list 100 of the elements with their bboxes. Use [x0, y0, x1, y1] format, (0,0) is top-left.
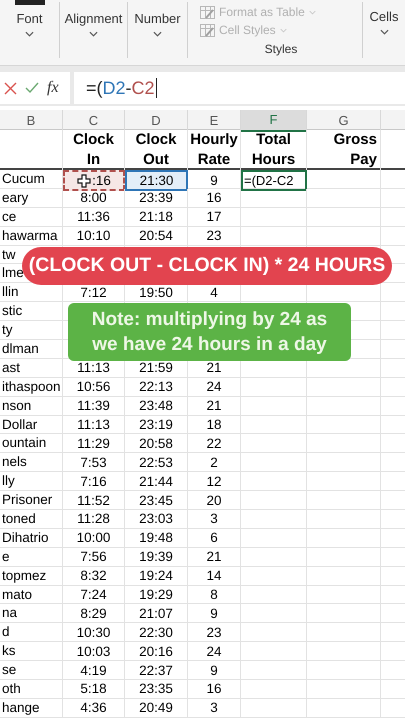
table-cell: :16	[92, 172, 111, 189]
table-cell: 24	[206, 642, 222, 660]
header-text: Total	[256, 130, 291, 150]
table-style-icon[interactable]	[200, 24, 215, 36]
table-cell: 11:29	[77, 434, 110, 452]
group-label[interactable]: Alignment	[64, 9, 122, 28]
table-cell: hange	[2, 700, 40, 715]
table-cell: 8:00	[80, 189, 107, 206]
table-cell: 11:36	[77, 208, 110, 226]
table-cell: 11:28	[77, 510, 110, 528]
table-cell: 12	[206, 472, 222, 490]
text-cursor	[156, 78, 158, 98]
table-cell: 20	[206, 492, 222, 509]
group-label[interactable]: Font	[16, 9, 42, 28]
column-header[interactable]: G	[307, 110, 381, 132]
table-cell: 8:29	[80, 604, 107, 622]
table-style-icon[interactable]	[200, 6, 215, 18]
formula-token: C2	[132, 76, 155, 100]
header-text: Gross	[334, 130, 377, 150]
table-cell: 21	[206, 397, 222, 414]
formula-token: D2	[102, 76, 126, 100]
table-cell: 18	[206, 416, 222, 434]
group-label: Styles	[264, 41, 298, 58]
header-text: Pay	[350, 150, 377, 170]
table-cell: 9	[210, 172, 218, 189]
check-icon[interactable]	[25, 82, 39, 94]
table-cell: 19:48	[139, 529, 173, 546]
table-cell: 21	[206, 548, 222, 566]
table-cell: 23:35	[139, 680, 173, 698]
table-cell: 9	[210, 662, 218, 679]
table-cell: mato	[2, 586, 32, 602]
table-cell: 22:30	[139, 624, 173, 641]
table-cell: 23:48	[139, 397, 173, 414]
cancel-icon[interactable]	[4, 82, 17, 94]
table-cell: 11:13	[77, 359, 110, 376]
table-cell: 10:00	[76, 529, 110, 546]
table-cell: 22:13	[139, 378, 173, 396]
header-text: Hours	[252, 150, 296, 170]
formula-input[interactable]: =(D2-C2	[74, 72, 405, 104]
table-cell: 23	[206, 624, 222, 641]
table-cell: ce	[2, 208, 16, 224]
table-cell: 24	[206, 378, 222, 396]
table-cell: 4:36	[80, 699, 107, 716]
table-cell: toned	[2, 511, 36, 526]
table-cell: ithaspoon	[2, 378, 61, 394]
table-cell: 22:53	[139, 454, 173, 471]
banner-text: Note: multiplying by 24 as	[92, 308, 328, 332]
group-label[interactable]: Cells	[370, 7, 398, 26]
copy-range-cell[interactable]: :16	[63, 170, 125, 191]
insert-function-button[interactable]: fx	[47, 76, 59, 100]
table-cell: 8:32	[80, 567, 107, 584]
table-cell: dlman	[2, 341, 39, 356]
table-cell: ast	[2, 360, 20, 375]
table-cell: llin	[2, 284, 19, 300]
table-cell: 23:19	[139, 416, 173, 434]
table-cell: hawarma	[2, 228, 58, 243]
header-text: Clock	[136, 130, 176, 150]
chevron-icon[interactable]	[25, 30, 34, 36]
table-cell: ks	[2, 643, 16, 658]
table-cell: 7:53	[80, 454, 107, 471]
table-cell: 23	[206, 227, 222, 244]
table-cell: nels	[2, 454, 27, 470]
table-cell: 23:45	[139, 492, 173, 509]
table-cell: se	[2, 662, 16, 678]
table-cell: 23:03	[139, 510, 173, 528]
table-cell: 14	[206, 567, 222, 584]
active-cell-editor[interactable]: =(D2-C2	[241, 170, 307, 191]
column-header[interactable]: D	[125, 110, 188, 132]
table-cell: 11:39	[77, 397, 110, 414]
table-cell: 3	[210, 510, 218, 528]
table-cell: 10:56	[76, 378, 110, 396]
table-cell: Dollar	[2, 416, 38, 432]
reference-cell[interactable]: 21:30	[125, 170, 188, 191]
column-header[interactable]: C	[63, 110, 125, 132]
column-header[interactable]: F	[241, 110, 307, 132]
table-cell: Cucum	[2, 171, 45, 186]
table-cell: 7:16	[80, 472, 107, 490]
formula-token: -	[126, 76, 132, 100]
table-cell: nson	[2, 398, 32, 413]
table-cell: eary	[2, 190, 28, 205]
table-cell: 11:13	[77, 416, 110, 434]
banner-text: (CLOCK OUT - CLOCK IN) * 24 HOURS	[28, 253, 386, 278]
chevron-icon[interactable]	[380, 28, 388, 34]
chevron-icon[interactable]	[153, 30, 162, 36]
table-cell: Dihatrio	[2, 530, 49, 545]
group-label[interactable]: Number	[134, 9, 181, 28]
table-cell: 23:39	[139, 189, 173, 206]
table-cell: 10:10	[76, 227, 110, 244]
table-cell: lme	[2, 265, 24, 280]
table-cell: 11:52	[77, 492, 110, 509]
column-header[interactable]: B	[0, 110, 63, 132]
table-cell: oth	[2, 681, 21, 696]
table-cell: 20:16	[139, 642, 173, 660]
formula-token: =(	[86, 76, 103, 100]
table-cell: 2	[210, 454, 218, 471]
header-text: Rate	[198, 150, 230, 170]
table-cell: 22:37	[139, 662, 173, 679]
table-cell: 20:58	[139, 434, 173, 452]
table-cell: 16	[206, 189, 222, 206]
chevron-icon[interactable]	[89, 30, 98, 36]
